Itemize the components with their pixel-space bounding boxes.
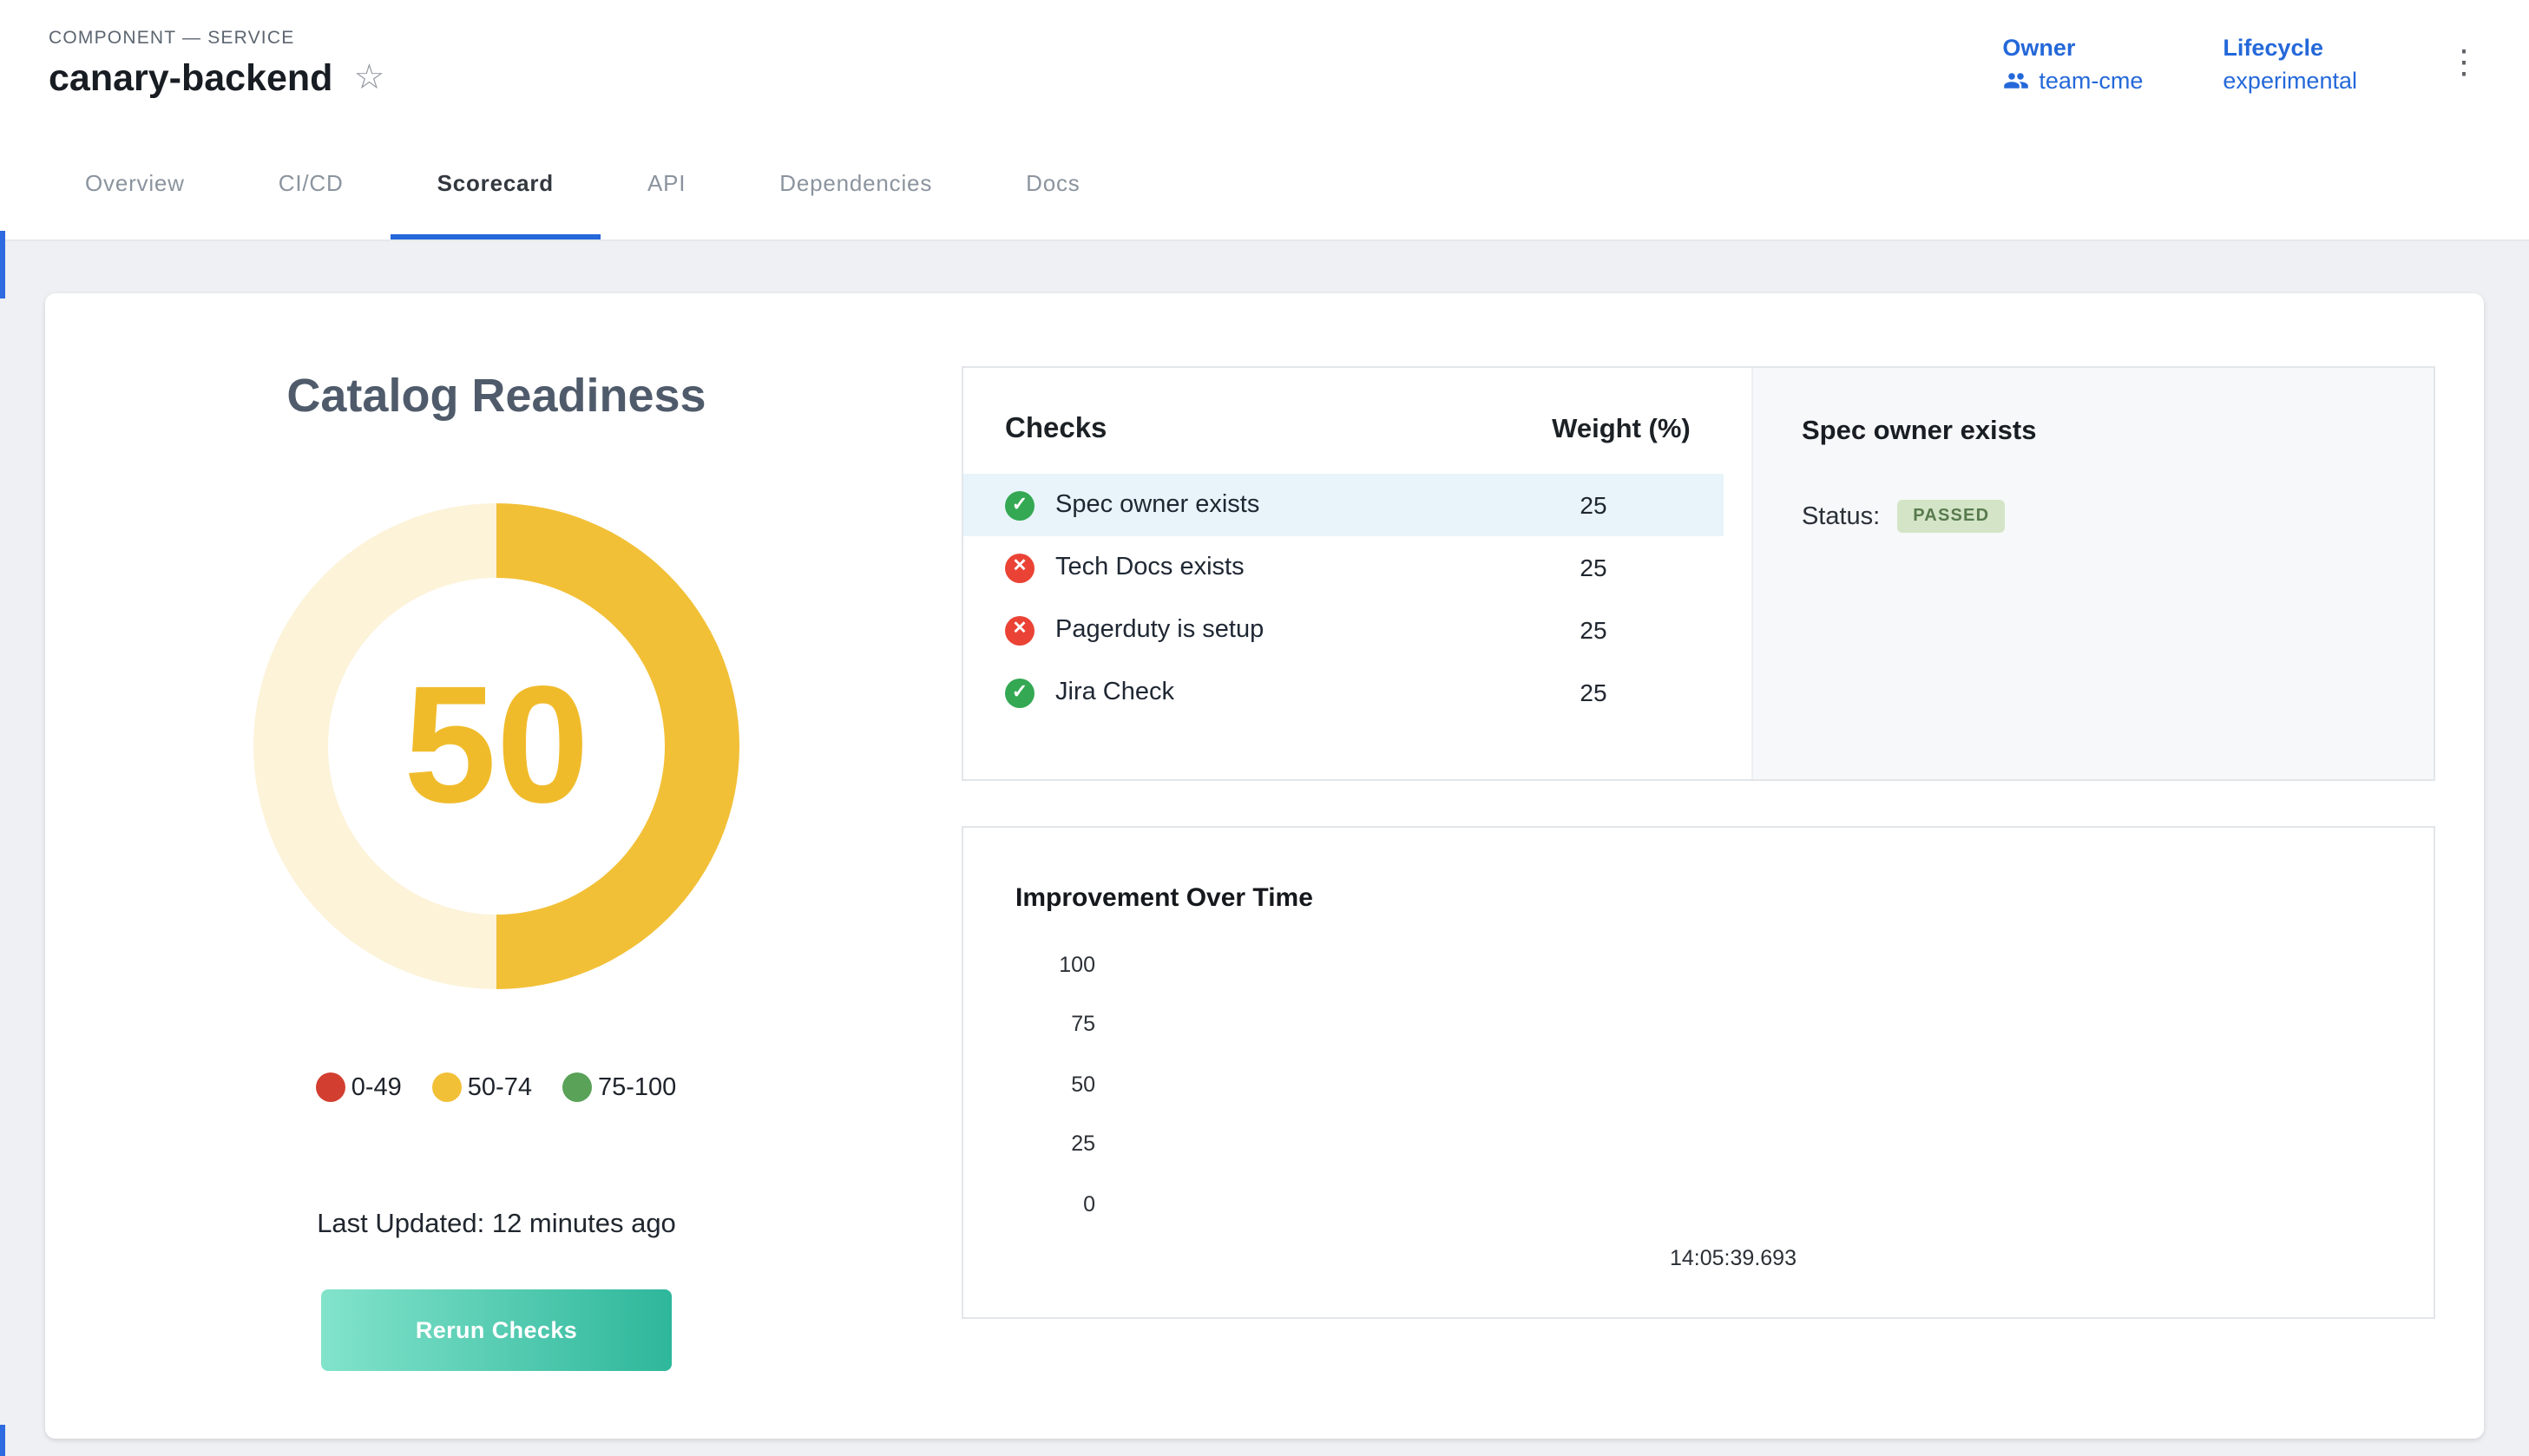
y-tick: 100 (1059, 954, 1095, 976)
x-tick: 14:05:39.693 (1670, 1246, 1797, 1270)
checks-table-header: Checks Weight (%) (963, 368, 1751, 474)
readiness-gauge: 50 (253, 503, 739, 989)
gauge-column: Catalog Readiness 50 0-49 50-74 (104, 366, 889, 1439)
legend-label-mid: 50-74 (468, 1073, 532, 1101)
tab-cicd[interactable]: CI/CD (232, 127, 391, 239)
chart-x-axis: 14:05:39.693 (1015, 1243, 2371, 1274)
legend-dot-yellow (433, 1072, 463, 1102)
check-name: Tech Docs exists (1055, 554, 1463, 581)
scorecard-card: Catalog Readiness 50 0-49 50-74 (45, 293, 2484, 1439)
check-failed-icon (1005, 615, 1035, 645)
rerun-checks-button[interactable]: Rerun Checks (321, 1289, 672, 1371)
legend-item-mid: 50-74 (433, 1072, 532, 1102)
weight-header-label: Weight (%) (1491, 414, 1751, 445)
gauge-hole: 50 (328, 578, 665, 915)
status-badge: PASSED (1897, 500, 2005, 533)
status-label: Status: (1802, 502, 1880, 530)
chart-area: 100 75 50 25 0 (1015, 954, 2371, 1215)
legend-label-high: 75-100 (598, 1073, 676, 1101)
check-weight: 25 (1463, 491, 1724, 519)
legend-dot-green (563, 1072, 593, 1102)
owner-label: Owner (2002, 34, 2143, 60)
tab-scorecard[interactable]: Scorecard (391, 127, 601, 239)
score-value: 50 (404, 663, 589, 830)
checks-panel: Checks Weight (%) Spec owner exists 25 T… (962, 366, 2435, 781)
breadcrumb: COMPONENT — SERVICE (49, 27, 384, 48)
legend-dot-red (317, 1072, 346, 1102)
left-accent-bar-bottom (0, 1425, 5, 1456)
detail-status-row: Status: PASSED (1802, 500, 2385, 533)
lifecycle-label: Lifecycle (2223, 34, 2357, 60)
tab-docs[interactable]: Docs (979, 127, 1127, 239)
check-row-pagerduty[interactable]: Pagerduty is setup 25 (963, 599, 1724, 661)
detail-title: Spec owner exists (1802, 416, 2385, 448)
check-weight: 25 (1463, 616, 1724, 644)
check-weight: 25 (1463, 554, 1724, 581)
check-failed-icon (1005, 553, 1035, 582)
check-name: Pagerduty is setup (1055, 616, 1463, 644)
app-root: COMPONENT — SERVICE canary-backend ☆ Own… (0, 0, 2529, 1456)
tab-api[interactable]: API (601, 127, 732, 239)
chart-y-axis: 100 75 50 25 0 (1015, 954, 1095, 1215)
check-weight: 25 (1463, 679, 1724, 706)
check-name: Jira Check (1055, 679, 1463, 706)
kebab-menu-icon[interactable]: ⋮ (2437, 43, 2491, 83)
legend-item-low: 0-49 (317, 1072, 402, 1102)
last-updated-text: Last Updated: 12 minutes ago (317, 1210, 676, 1241)
tab-overview[interactable]: Overview (38, 127, 232, 239)
lifecycle-value: experimental (2223, 67, 2357, 93)
check-row-tech-docs[interactable]: Tech Docs exists 25 (963, 536, 1724, 599)
entity-meta: Owner team-cme Lifecycle experimental ⋮ (2002, 34, 2491, 93)
page-header: COMPONENT — SERVICE canary-backend ☆ Own… (0, 0, 2529, 127)
chart-title: Improvement Over Time (1015, 883, 2371, 913)
lifecycle-block: Lifecycle experimental (2223, 34, 2357, 93)
checks-header-label: Checks (1005, 413, 1491, 446)
left-accent-bar-top (0, 231, 5, 298)
y-tick: 75 (1071, 1014, 1095, 1036)
score-legend: 0-49 50-74 75-100 (317, 1072, 677, 1102)
check-name: Spec owner exists (1055, 491, 1463, 519)
owner-link[interactable]: team-cme (2039, 67, 2143, 93)
page-title: canary-backend (49, 56, 332, 100)
improvement-chart-panel: Improvement Over Time 100 75 50 25 0 (962, 826, 2435, 1319)
y-tick: 25 (1071, 1133, 1095, 1155)
y-tick: 50 (1071, 1074, 1095, 1096)
checks-column: Checks Weight (%) Spec owner exists 25 T… (962, 366, 2435, 1439)
check-row-spec-owner[interactable]: Spec owner exists 25 (963, 474, 1724, 536)
check-row-jira[interactable]: Jira Check 25 (963, 661, 1724, 724)
legend-item-high: 75-100 (563, 1072, 676, 1102)
check-passed-icon (1005, 490, 1035, 520)
star-icon[interactable]: ☆ (353, 61, 384, 95)
owner-block: Owner team-cme (2002, 34, 2143, 93)
tab-dependencies[interactable]: Dependencies (732, 127, 979, 239)
checks-table: Checks Weight (%) Spec owner exists 25 T… (963, 368, 1751, 779)
entity-heading: COMPONENT — SERVICE canary-backend ☆ (49, 27, 384, 100)
legend-label-low: 0-49 (351, 1073, 402, 1101)
people-icon (2002, 67, 2028, 93)
chart-plot (1095, 954, 2371, 1215)
tab-bar: Overview CI/CD Scorecard API Dependencie… (0, 127, 2529, 241)
scorecard-title: Catalog Readiness (286, 370, 706, 423)
main-content: Catalog Readiness 50 0-49 50-74 (0, 241, 2529, 1439)
y-tick: 0 (1083, 1193, 1095, 1215)
check-passed-icon (1005, 678, 1035, 707)
check-detail-panel: Spec owner exists Status: PASSED (1751, 368, 2434, 779)
